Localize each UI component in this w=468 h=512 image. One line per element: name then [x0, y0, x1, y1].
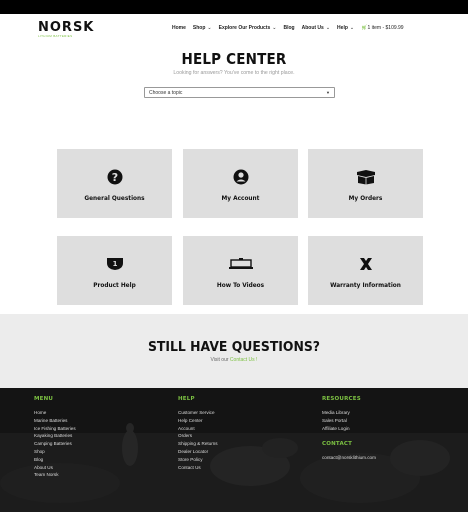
video-icon: [183, 256, 298, 272]
footer-help-column: HELP Customer Service Help Center Accoun…: [178, 396, 218, 471]
footer-link[interactable]: Marine Batteries: [34, 417, 76, 425]
topic-card-my-orders[interactable]: My Orders: [308, 149, 423, 218]
footer-contact-heading: CONTACT: [322, 441, 353, 448]
topic-label: Product Help: [93, 282, 136, 289]
footer-link[interactable]: Help Center: [178, 417, 218, 425]
nav-label: Shop: [192, 25, 206, 31]
topic-select-value: Choose a topic: [149, 90, 183, 96]
still-subtitle-text: Visit our: [210, 357, 229, 363]
topic-label: My Orders: [348, 195, 383, 202]
logo[interactable]: NORSK LITHIUM BATTERIES: [38, 21, 94, 38]
site-header: NORSK LITHIUM BATTERIES Home Shop ⌄ Explo…: [0, 14, 468, 44]
nav-item-about[interactable]: About Us ⌄: [302, 25, 330, 31]
page-title: HELP CENTER: [181, 50, 287, 68]
chevron-down-icon: ⌄: [325, 25, 331, 31]
chevron-down-icon: ⌄: [272, 25, 277, 31]
main-nav: Home Shop ⌄ Explore Our Products ⌄ Blog Ab…: [172, 25, 404, 31]
topic-card-warranty-information[interactable]: Warranty Information: [308, 236, 423, 305]
svg-text:?: ?: [111, 171, 117, 184]
footer-link[interactable]: About Us: [34, 464, 76, 472]
site-footer: MENU Home Marine Batteries Ice Fishing B…: [0, 388, 468, 512]
question-circle-icon: ?: [57, 169, 172, 185]
topic-card-how-to-videos[interactable]: How To Videos: [183, 236, 298, 305]
topic-card-product-help[interactable]: 1 Product Help: [57, 236, 172, 305]
box-icon: [308, 169, 423, 185]
nav-label: Blog: [283, 25, 295, 31]
nav-item-blog[interactable]: Blog: [284, 25, 295, 31]
still-title: STILL HAVE QUESTIONS?: [147, 339, 321, 355]
svg-text:1: 1: [112, 260, 117, 268]
chevron-down-icon: ⌄: [207, 25, 212, 31]
footer-link[interactable]: Blog: [34, 456, 76, 464]
battery-icon: 1: [57, 256, 172, 272]
footer-link[interactable]: Shipping & Returns: [178, 440, 218, 448]
nav-label: About Us: [301, 25, 324, 31]
footer-link[interactable]: Kayaking Batteries: [34, 432, 76, 440]
still-subtitle: Visit our Contact Us !: [0, 357, 468, 363]
topic-card-general-questions[interactable]: ? General Questions: [57, 149, 172, 218]
footer-resources-heading: RESOURCES: [322, 396, 361, 402]
footer-link[interactable]: Media Library: [322, 409, 376, 417]
top-bar: [0, 0, 468, 14]
dropdown-arrow-icon: ▼: [326, 90, 330, 95]
footer-link[interactable]: Affiliate Login: [322, 425, 376, 433]
topic-label: How To Videos: [216, 282, 265, 289]
still-have-questions-section: STILL HAVE QUESTIONS? Visit our Contact …: [0, 314, 468, 388]
nav-item-help[interactable]: Help ⌄: [337, 25, 354, 31]
contact-us-link[interactable]: Contact Us !: [230, 357, 258, 363]
cart-summary: 1 item - $109.99: [367, 25, 404, 31]
topic-label: General Questions: [84, 195, 145, 202]
chevron-down-icon: ⌄: [349, 25, 355, 31]
topic-select[interactable]: Choose a topic ▼: [144, 87, 335, 98]
footer-link[interactable]: Customer Service: [178, 409, 218, 417]
nav-item-home[interactable]: Home: [172, 25, 186, 31]
cart-link[interactable]: 🛒︎ 1 item - $109.99: [361, 25, 404, 31]
footer-menu-column: MENU Home Marine Batteries Ice Fishing B…: [34, 396, 76, 479]
footer-link[interactable]: Orders: [178, 432, 218, 440]
footer-link[interactable]: Team Norsk: [34, 471, 76, 479]
topic-label: My Account: [221, 195, 260, 202]
footer-contact-email[interactable]: contact@norsklithium.com: [322, 454, 376, 462]
footer-link[interactable]: Account: [178, 425, 218, 433]
nav-label: Explore Our Products: [218, 25, 271, 31]
nav-item-shop[interactable]: Shop ⌄: [193, 25, 212, 31]
footer-menu-heading: MENU: [34, 396, 54, 402]
topic-label: Warranty Information: [330, 282, 401, 289]
nav-item-explore[interactable]: Explore Our Products ⌄: [219, 25, 277, 31]
footer-resources-column: RESOURCES Media Library Sales Portal Aff…: [322, 396, 376, 462]
footer-link[interactable]: Store Policy: [178, 456, 218, 464]
footer-help-heading: HELP: [178, 396, 195, 402]
tools-icon: [308, 256, 423, 272]
topic-card-my-account[interactable]: My Account: [183, 149, 298, 218]
page-subtitle: Looking for answers? You've come to the …: [173, 70, 295, 76]
footer-link[interactable]: Shop: [34, 448, 76, 456]
nav-label: Help: [337, 25, 348, 31]
footer-link[interactable]: Ice Fishing Batteries: [34, 425, 76, 433]
footer-link[interactable]: Sales Portal: [322, 417, 376, 425]
user-circle-icon: [183, 169, 298, 185]
footer-link[interactable]: Dealer Locator: [178, 448, 218, 456]
footer-link[interactable]: Camping Batteries: [34, 440, 76, 448]
footer-link[interactable]: Home: [34, 409, 76, 417]
nav-label: Home: [172, 25, 186, 31]
logo-text: NORSK: [38, 20, 95, 35]
footer-link[interactable]: Contact Us: [178, 464, 218, 472]
